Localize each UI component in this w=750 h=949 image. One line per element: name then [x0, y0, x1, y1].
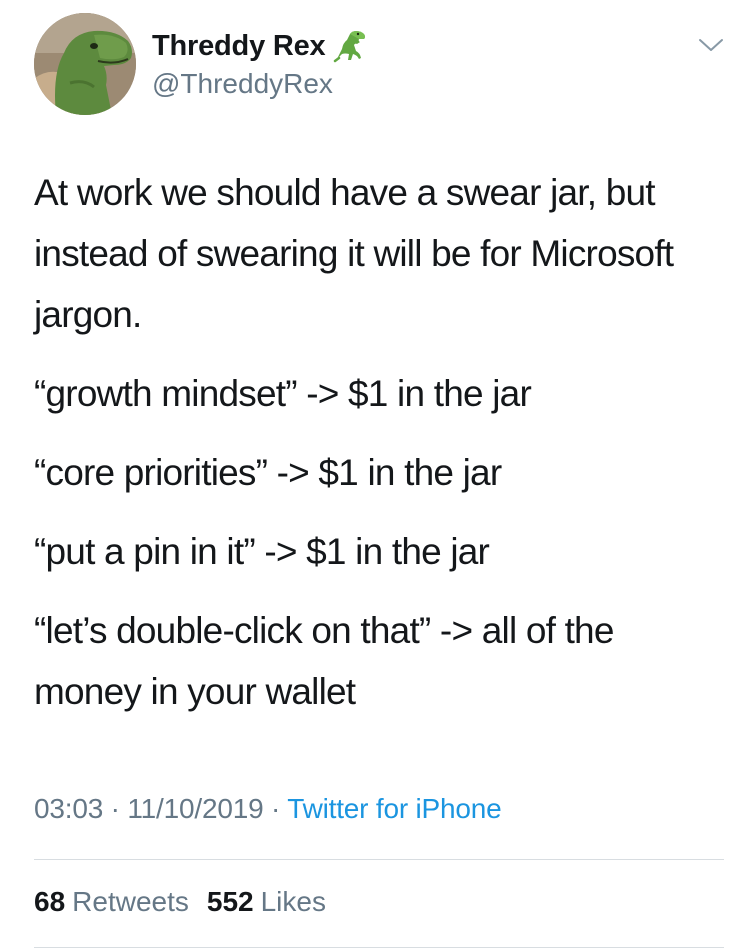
author-names: Threddy Rex @ThreddyRex — [152, 30, 369, 100]
divider — [34, 947, 724, 948]
likes-label: Likes — [260, 886, 326, 917]
retweets-count: 68 — [34, 886, 66, 917]
meta-separator: · — [271, 793, 281, 824]
tweet-date[interactable]: 11/10/2019 — [127, 793, 263, 824]
tweet-text: At work we should have a swear jar, but … — [34, 162, 724, 740]
display-name[interactable]: Threddy Rex — [152, 30, 326, 63]
retweets-stat[interactable]: 68 Retweets — [34, 886, 189, 918]
divider — [34, 859, 724, 860]
tweet-paragraph: “core priorities” -> $1 in the jar — [34, 452, 502, 493]
chevron-down-icon[interactable] — [698, 35, 724, 55]
meta-separator: · — [110, 793, 120, 824]
handle[interactable]: @ThreddyRex — [152, 68, 369, 100]
tweet-paragraph: “growth mindset” -> $1 in the jar — [34, 373, 532, 414]
likes-count: 552 — [206, 886, 254, 917]
tweet-source-link[interactable]: Twitter for iPhone — [287, 793, 501, 824]
t-rex-emoji-icon — [333, 29, 369, 63]
tweet-paragraph: At work we should have a swear jar, but … — [34, 172, 674, 335]
tweet-time[interactable]: 03:03 — [34, 793, 103, 824]
tweet-stats: 68 Retweets 552 Likes — [34, 886, 326, 918]
likes-stat[interactable]: 552 Likes — [207, 886, 326, 918]
tweet-meta: 03:03 · 11/10/2019 · Twitter for iPhone — [34, 793, 502, 825]
tweet-paragraph: “put a pin in it” -> $1 in the jar — [34, 531, 490, 572]
retweets-label: Retweets — [72, 886, 189, 917]
tweet-paragraph: “let’s double-click on that” -> all of t… — [34, 610, 614, 712]
avatar-image — [34, 13, 136, 115]
avatar[interactable] — [34, 13, 136, 115]
tweet-header: Threddy Rex @ThreddyRex — [34, 13, 724, 117]
display-name-row: Threddy Rex — [152, 29, 369, 63]
